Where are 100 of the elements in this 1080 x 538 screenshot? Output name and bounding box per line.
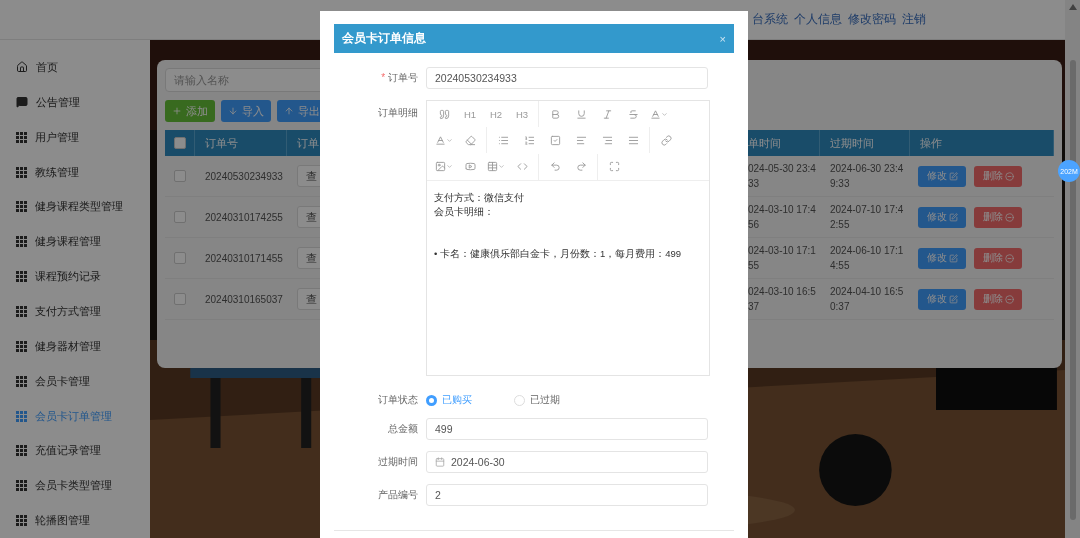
heading-button[interactable]: H1 [457, 103, 483, 126]
delete-button[interactable]: 删除 [974, 288, 1022, 310]
select-all-checkbox[interactable] [173, 137, 186, 149]
header-link[interactable]: 个人信息 [794, 11, 842, 28]
justify-icon [627, 135, 639, 146]
editor-text: 会员卡明细： [434, 205, 495, 219]
sidebar-item[interactable]: 公告管理 [0, 84, 150, 120]
caret-icon [498, 163, 505, 171]
date-field[interactable]: 2024-06-30 [426, 451, 708, 473]
editor-text: 支付方式：微信支付 [434, 191, 525, 205]
heading-button[interactable]: H3 [509, 103, 535, 126]
arrow-down-icon [228, 106, 238, 116]
header-link[interactable]: 修改密码 [848, 11, 896, 28]
edit-icon [948, 171, 958, 181]
sidebar-item[interactable]: 健身器材管理 [0, 328, 150, 364]
edit-icon [948, 294, 958, 304]
header-link[interactable]: 注销 [902, 11, 926, 28]
bulleted-list-icon [497, 135, 509, 146]
table-cell: 2024-04-10 16:5 0:37 [820, 279, 910, 320]
grid-icon [16, 305, 27, 317]
row-checkbox[interactable] [174, 211, 186, 223]
grid-icon [16, 445, 27, 457]
grid-icon [16, 410, 27, 422]
minus-icon [1004, 253, 1014, 263]
undo-icon [549, 161, 561, 173]
table-cell: 2024-06-10 17:1 4:55 [820, 238, 910, 279]
field-label: 订单明细 [377, 106, 418, 120]
background-color-icon [435, 135, 446, 146]
grid-icon [16, 236, 27, 248]
table-cell: 20240310165037 [195, 279, 287, 320]
row-checkbox[interactable] [174, 252, 186, 264]
grid-icon [16, 375, 27, 387]
sidebar-item[interactable]: 轮播图管理 [0, 503, 150, 538]
sidebar-item[interactable]: 教练管理 [0, 154, 150, 190]
close-button[interactable]: × [719, 32, 726, 45]
link-icon [660, 135, 672, 146]
grid-icon [16, 271, 27, 283]
column-header: 操作 [910, 130, 1054, 156]
align-left-icon [575, 135, 587, 146]
home-icon [16, 61, 28, 74]
fullscreen-icon [608, 161, 620, 173]
order-number-field[interactable]: 20240530234933 [426, 67, 708, 89]
sidebar-item[interactable]: 首页 [0, 50, 150, 85]
align-right-icon [601, 135, 613, 146]
rich-text-editor[interactable]: H1 H2 H3 支付方式：微信支付 会员卡明细： • 卡名：健康俱乐部白金卡，月份数：1，每月费用：499 [426, 100, 710, 376]
edit-button[interactable]: 修改 [918, 165, 966, 187]
minus-icon [1004, 212, 1014, 222]
scroll-up-icon[interactable] [1068, 4, 1077, 10]
calendar-icon [435, 457, 445, 467]
grid-icon [16, 340, 27, 352]
field-label: * 订单号 [380, 71, 418, 85]
row-checkbox[interactable] [174, 170, 186, 182]
heading-button[interactable]: H2 [483, 103, 509, 126]
import-button[interactable]: 导入 [221, 100, 271, 122]
status-radio[interactable]: 已购买 [426, 393, 472, 407]
field-label: 订单状态 [377, 393, 418, 407]
grid-icon [16, 515, 27, 527]
sidebar-item[interactable]: 用户管理 [0, 119, 150, 155]
field-label: 产品编号 [377, 488, 418, 502]
caret-icon [661, 110, 668, 118]
bold-icon [549, 108, 561, 120]
message-icon [16, 96, 28, 109]
grid-icon [16, 480, 27, 492]
sidebar-item[interactable]: 健身课程管理 [0, 224, 150, 260]
total-amount-field[interactable]: 499 [426, 418, 708, 440]
checklist-icon [549, 135, 561, 146]
sidebar-item[interactable]: 支付方式管理 [0, 294, 150, 329]
editor-list-item: • 卡名：健康俱乐部白金卡，月份数：1，每月费用：499 [434, 247, 683, 261]
code-icon [516, 161, 528, 173]
sidebar-item[interactable]: 会员卡类型管理 [0, 468, 150, 504]
plus-icon [172, 106, 182, 116]
sidebar-item[interactable]: 充值记录管理 [0, 433, 150, 469]
edit-button[interactable]: 修改 [918, 206, 966, 228]
edit-button[interactable]: 修改 [918, 288, 966, 310]
quote-icon [438, 108, 450, 120]
eraser-icon [464, 135, 476, 146]
sidebar-item[interactable]: 健身课程类型管理 [0, 189, 150, 225]
header-link[interactable]: 台系统 [752, 11, 788, 28]
font-color-icon [650, 108, 661, 120]
table-cell: 2024-07-10 17:4 2:55 [820, 197, 910, 238]
caret-icon [446, 137, 453, 144]
status-radio[interactable]: 已过期 [514, 393, 560, 407]
grid-icon [16, 131, 27, 143]
row-checkbox[interactable] [174, 293, 186, 305]
numbered-list-icon [523, 135, 535, 146]
table-cell: 20240530234933 [195, 156, 287, 197]
sidebar-item[interactable]: 会员卡订单管理 [0, 398, 150, 434]
arrow-up-icon [284, 106, 294, 116]
table-icon [487, 161, 498, 173]
video-icon [464, 161, 476, 173]
delete-button[interactable]: 删除 [974, 165, 1022, 187]
redo-icon [575, 161, 587, 173]
strikethrough-icon [627, 108, 639, 120]
delete-button[interactable]: 删除 [974, 206, 1022, 228]
grid-icon [16, 166, 27, 178]
delete-button[interactable]: 删除 [974, 247, 1022, 269]
sidebar-item[interactable]: 课程预约记录 [0, 259, 150, 294]
edit-button[interactable]: 修改 [918, 247, 966, 269]
sidebar-item[interactable]: 会员卡管理 [0, 363, 150, 399]
product-number-field[interactable]: 2 [426, 484, 708, 506]
